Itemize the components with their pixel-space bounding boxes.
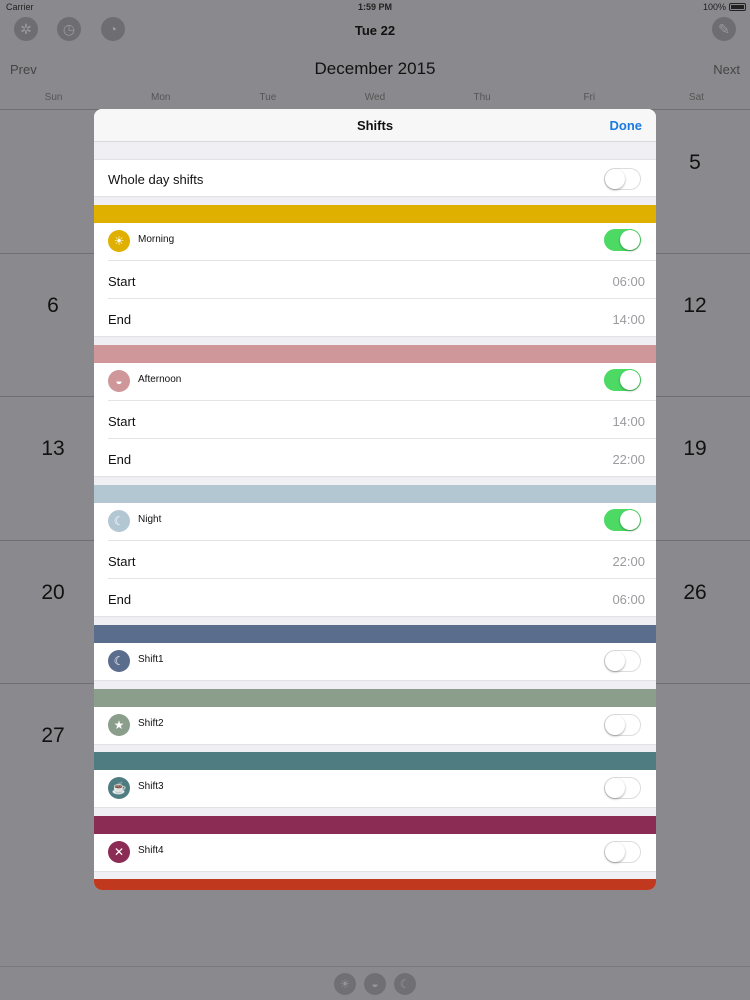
afternoon-start-time[interactable]: 14:00 — [612, 414, 645, 429]
weekday-label: Sat — [688, 92, 704, 103]
end-label: End — [108, 592, 132, 607]
weekday-label: Thu — [473, 92, 491, 103]
shift-name: Shift2 — [138, 718, 164, 729]
shift3-color-band — [94, 752, 656, 770]
afternoon-color-band — [94, 345, 656, 363]
sunset-icon: ◒ — [108, 370, 130, 392]
shift-name: Shift4 — [138, 845, 164, 856]
shift3-toggle[interactable] — [604, 777, 641, 799]
day-cell[interactable]: 6 — [23, 294, 83, 318]
next-month-button[interactable]: Next — [713, 62, 740, 77]
moon-icon[interactable]: ☾ — [394, 973, 416, 995]
afternoon-shift-group: ◒ Afternoon Start 14:00 End 22:00 — [94, 363, 656, 477]
shift4-row: ✕ Shift4 — [94, 834, 656, 872]
day-cell[interactable]: 5 — [665, 151, 725, 175]
shift2-toggle[interactable] — [604, 714, 641, 736]
shift2-row: ★ Shift2 — [94, 707, 656, 745]
moon-cloud-icon: ☾ — [108, 650, 130, 672]
morning-start-time[interactable]: 06:00 — [612, 274, 645, 289]
month-title: December 2015 — [314, 59, 436, 78]
top-toolbar: ✲ ◷ ◔ Tue 22 ✎ — [0, 14, 750, 48]
night-end-time[interactable]: 06:00 — [612, 592, 645, 607]
shift-name: Morning — [138, 234, 175, 245]
day-cell[interactable]: 26 — [665, 581, 725, 605]
start-label: Start — [108, 554, 136, 569]
current-date: Tue 22 — [354, 23, 396, 38]
next-shift-color-band — [94, 879, 656, 890]
morning-shift-group: ☀ Morning Start 06:00 End 14:00 — [94, 223, 656, 337]
clock-label: 1:59 PM — [357, 2, 392, 12]
done-button[interactable]: Done — [610, 118, 643, 133]
weekday-label: Sun — [44, 92, 63, 103]
day-cell[interactable]: 13 — [23, 437, 83, 461]
shift1-row: ☾ Shift1 — [94, 643, 656, 681]
morning-color-band — [94, 205, 656, 223]
coffee-cup-icon: ☕ — [108, 777, 130, 799]
sun-icon: ☀ — [108, 230, 130, 252]
modal-header: Shifts Done — [94, 109, 656, 142]
day-cell[interactable]: 27 — [23, 724, 83, 748]
shift4-color-band — [94, 816, 656, 834]
start-label: Start — [108, 414, 136, 429]
month-navigation: Prev December 2015 Next — [0, 56, 750, 84]
brush-icon[interactable]: ✎ — [712, 17, 736, 41]
weekday-label: Fri — [583, 92, 596, 103]
afternoon-toggle[interactable] — [604, 369, 641, 391]
moon-icon: ☾ — [108, 510, 130, 532]
night-color-band — [94, 485, 656, 503]
whole-day-row: Whole day shifts — [94, 159, 656, 197]
day-cell[interactable]: 20 — [23, 581, 83, 605]
weekday-label: Tue — [259, 92, 277, 103]
morning-end-time[interactable]: 14:00 — [612, 312, 645, 327]
status-bar: Carrier 1:59 PM 100% — [0, 0, 750, 14]
weekday-label: Mon — [150, 92, 171, 103]
shift-name: Shift1 — [138, 654, 164, 665]
modal-title: Shifts — [356, 118, 394, 133]
whole-day-label: Whole day shifts — [108, 172, 204, 187]
whole-day-toggle[interactable] — [604, 168, 641, 190]
day-cell[interactable]: 19 — [665, 437, 725, 461]
shift-name: Night — [138, 514, 162, 525]
weekday-header: Sun Mon Tue Wed Thu Fri Sat — [0, 92, 750, 110]
shift-name: Afternoon — [138, 374, 182, 385]
shift1-toggle[interactable] — [604, 650, 641, 672]
fork-knife-icon: ✕ — [108, 841, 130, 863]
shift2-color-band — [94, 689, 656, 707]
night-start-time[interactable]: 22:00 — [612, 554, 645, 569]
day-cell[interactable]: 12 — [665, 294, 725, 318]
shift1-color-band — [94, 625, 656, 643]
night-shift-group: ☾ Night Start 22:00 End 06:00 — [94, 503, 656, 617]
shift-name: Shift3 — [138, 781, 164, 792]
sun-icon[interactable]: ☀ — [334, 973, 356, 995]
afternoon-end-time[interactable]: 22:00 — [612, 452, 645, 467]
star-icon: ★ — [108, 714, 130, 736]
start-label: Start — [108, 274, 136, 289]
weekday-label: Wed — [364, 92, 386, 103]
morning-toggle[interactable] — [604, 229, 641, 251]
end-label: End — [108, 312, 132, 327]
shift3-row: ☕ Shift3 — [94, 770, 656, 808]
shift4-toggle[interactable] — [604, 841, 641, 863]
sunset-icon[interactable]: ◒ — [364, 973, 386, 995]
shifts-modal: Shifts Done Whole day shifts ☀ Morning S… — [94, 109, 656, 890]
bottom-toolbar: ☀ ◒ ☾ — [0, 966, 750, 1000]
end-label: End — [108, 452, 132, 467]
battery-icon — [729, 3, 746, 11]
night-toggle[interactable] — [604, 509, 641, 531]
battery-label: 100% — [702, 2, 726, 12]
